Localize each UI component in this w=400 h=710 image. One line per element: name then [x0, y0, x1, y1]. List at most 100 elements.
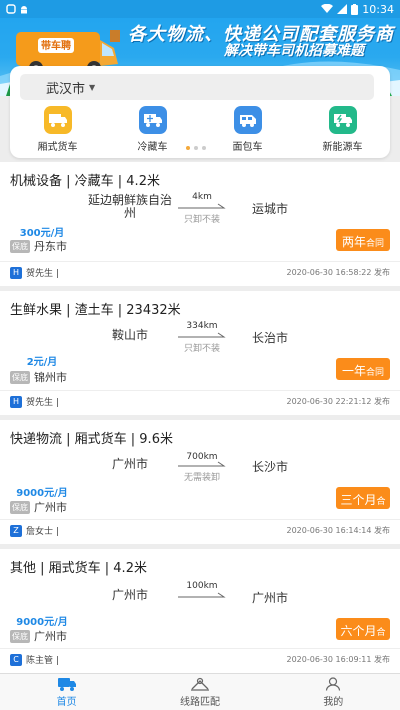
app-notification-icon — [6, 4, 16, 14]
home-truck-icon — [57, 677, 76, 691]
poster-badge: H — [10, 395, 22, 408]
post-time: 2020-06-30 16:58:22 发布 — [286, 268, 390, 277]
origin-city: 丹东市 — [34, 240, 67, 253]
guarantee-tag: 保底 — [10, 239, 30, 253]
nav-label: 线路匹配 — [179, 696, 220, 708]
category-label: 冷藏车 — [137, 142, 168, 153]
category-label: 厢式货车 — [37, 142, 78, 153]
poster-row: C 陈主管 | — [10, 653, 59, 666]
route-arrow-icon — [178, 203, 226, 209]
poster-row: H 贺先生 | — [10, 395, 59, 408]
salary: 300元/月 — [19, 228, 65, 239]
origin-row: 保底 锦州市 — [10, 369, 67, 385]
contract-term-badge: 两年 合同 — [336, 229, 390, 251]
to-city: 长沙市 — [251, 460, 288, 474]
contract-term-badge: 六个月合 — [336, 618, 390, 640]
guarantee-tag: 保底 — [10, 629, 30, 643]
nav-label: 我的 — [323, 696, 344, 708]
guarantee-tag: 保底 — [10, 500, 30, 514]
status-bar: 10:34 — [0, 0, 400, 18]
divider — [0, 261, 400, 262]
page-dot-active — [186, 146, 190, 150]
divider — [0, 648, 400, 649]
route-arrow-icon — [178, 332, 226, 338]
contract-term-badge: 一年 合同 — [336, 358, 390, 380]
term-main: 六个月 — [340, 624, 377, 638]
contract-term-badge: 三个月合 — [336, 487, 390, 509]
nav-home[interactable]: 首页 — [0, 674, 133, 710]
load-note: 无需装卸 — [183, 473, 220, 483]
from-city: 鞍山市 — [111, 328, 148, 342]
category-ev[interactable]: 新能源车 — [295, 106, 390, 153]
to-city: 运城市 — [251, 202, 288, 216]
nav-profile[interactable]: 我的 — [267, 674, 400, 710]
route-arrow-icon — [178, 592, 226, 598]
term-suffix: 合同 — [366, 368, 385, 378]
origin-city: 广州市 — [34, 501, 67, 514]
origin-row: 保底 广州市 — [10, 499, 67, 515]
term-main: 三个月 — [340, 493, 377, 507]
term-suffix: 合 — [376, 628, 386, 638]
city-select[interactable]: 武汉市 ▼ — [20, 74, 374, 100]
listing-title: 生鲜水果 | 渣土车 | 23432米 — [10, 303, 181, 318]
job-listing[interactable]: 机械设备 | 冷藏车 | 4.2米 延边朝鲜族自治州 4km 只卸不装 运城市 … — [0, 162, 400, 286]
term-suffix: 合 — [376, 497, 386, 507]
route-distance: 4km — [192, 192, 212, 202]
from-city: 延边朝鲜族自治州 — [87, 193, 172, 220]
load-note: 只卸不装 — [183, 215, 220, 225]
category-label: 新能源车 — [322, 142, 363, 153]
poster-name: 陈主管 | — [26, 656, 59, 666]
route-distance: 100km — [186, 581, 218, 591]
origin-city: 锦州市 — [34, 371, 67, 384]
profile-icon — [326, 676, 341, 691]
battery-icon — [351, 3, 359, 15]
ev-truck-icon — [328, 106, 357, 134]
route-distance: 334km — [186, 321, 218, 331]
from-city: 广州市 — [111, 588, 148, 602]
poster-name: 贺先生 | — [26, 398, 59, 408]
signal-icon — [337, 4, 348, 14]
box-truck-icon — [43, 106, 72, 134]
post-time: 2020-06-30 16:14:14 发布 — [286, 526, 390, 535]
to-city: 广州市 — [251, 591, 288, 605]
salary: 9000元/月 — [16, 617, 68, 628]
poster-row: Z 詹女士 | — [10, 524, 59, 537]
term-main: 两年 — [341, 235, 366, 249]
poster-badge: C — [10, 653, 22, 666]
page-dot — [202, 146, 206, 150]
divider — [0, 519, 400, 520]
refrigerated-truck-icon — [138, 106, 167, 134]
job-listing[interactable]: 生鲜水果 | 渣土车 | 23432米 鞍山市 334km 只卸不装 长治市 2… — [0, 291, 400, 415]
job-listing[interactable]: 其他 | 厢式货车 | 4.2米 广州市 100km 广州市 9000元/月 保… — [0, 549, 400, 673]
origin-row: 保底 广州市 — [10, 628, 67, 644]
listing-title: 快递物流 | 厢式货车 | 9.6米 — [10, 432, 173, 447]
nav-label: 首页 — [56, 696, 77, 708]
divider — [0, 390, 400, 391]
job-listing[interactable]: 快递物流 | 厢式货车 | 9.6米 广州市 700km 无需装卸 长沙市 90… — [0, 420, 400, 544]
poster-row: H 贺先生 | — [10, 266, 59, 279]
poster-name: 詹女士 | — [26, 527, 59, 537]
post-time: 2020-06-30 22:21:12 发布 — [286, 397, 390, 406]
category-label: 面包车 — [232, 142, 263, 153]
route-match-icon — [190, 677, 209, 691]
poster-badge: Z — [10, 524, 22, 537]
page-dot — [194, 146, 198, 150]
from-city: 广州市 — [111, 457, 148, 471]
route-arrow-icon — [178, 461, 226, 467]
term-main: 一年 — [341, 364, 366, 378]
salary: 9000元/月 — [16, 488, 68, 499]
city-select-value: 武汉市 — [46, 81, 86, 97]
van-icon — [233, 106, 262, 134]
post-time: 2020-06-30 16:09:11 发布 — [286, 655, 390, 664]
banner-slogan-line2: 解决带车司机招募难题 — [224, 43, 364, 59]
category-van[interactable]: 面包车 — [200, 106, 295, 153]
category-box-truck[interactable]: 厢式货车 — [10, 106, 105, 153]
load-note: 只卸不装 — [183, 344, 220, 354]
status-time: 10:34 — [362, 2, 394, 16]
nav-route-match[interactable]: 线路匹配 — [133, 674, 266, 710]
salary: 2元/月 — [26, 357, 58, 368]
term-suffix: 合同 — [366, 239, 385, 249]
carousel-dots — [186, 146, 206, 150]
poster-name: 贺先生 | — [26, 269, 59, 279]
chevron-down-icon: ▼ — [89, 82, 96, 92]
